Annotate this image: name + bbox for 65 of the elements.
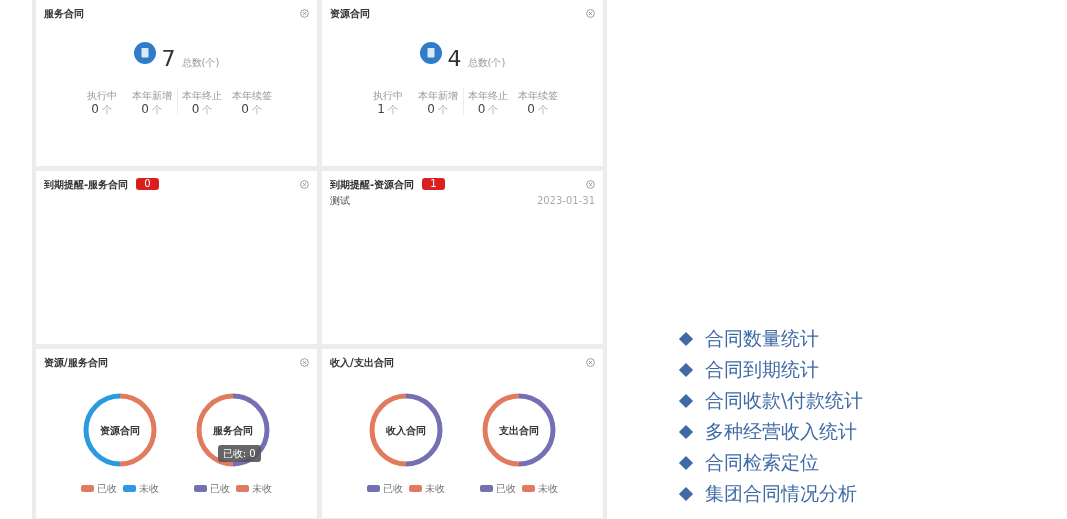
stat-label: 本年续签 bbox=[517, 89, 558, 103]
stat-value: 0 bbox=[91, 103, 99, 115]
stat-label: 执行中 bbox=[86, 89, 117, 103]
stat-label: 本年终止 bbox=[182, 89, 222, 103]
total-count: 7 bbox=[161, 48, 176, 70]
card-title: 服务合同 bbox=[44, 6, 84, 21]
stat-label: 本年续签 bbox=[231, 89, 272, 103]
count-badge: 1 bbox=[422, 178, 445, 190]
feature-item: 合同到期统计 bbox=[705, 358, 819, 381]
close-icon[interactable] bbox=[586, 357, 595, 367]
card-title: 到期提醒-服务合同 bbox=[44, 177, 129, 192]
legend-label: 已收 bbox=[97, 482, 118, 496]
stat-value: 0 bbox=[427, 103, 435, 115]
donut-label: 收入合同 bbox=[386, 423, 427, 438]
stat-value: 0 bbox=[527, 103, 535, 115]
stat-unit: 个 bbox=[202, 105, 213, 115]
feature-item: 合同检索定位 bbox=[705, 451, 819, 474]
stat-unit: 个 bbox=[151, 105, 162, 115]
stat-unit: 个 bbox=[387, 105, 398, 115]
close-icon[interactable] bbox=[300, 357, 309, 367]
close-icon[interactable] bbox=[300, 179, 309, 189]
legend-label: 已收 bbox=[383, 482, 404, 496]
donut-label: 资源合同 bbox=[100, 423, 141, 438]
close-icon[interactable] bbox=[586, 8, 595, 18]
stat-value: 0 bbox=[241, 103, 249, 115]
stat-value: 0 bbox=[477, 103, 486, 115]
stat-label: 本年终止 bbox=[468, 89, 508, 103]
feature-item: 合同收款\付款统计 bbox=[705, 389, 864, 412]
stat-unit: 个 bbox=[437, 105, 448, 115]
legend-label: 未收 bbox=[537, 482, 558, 496]
count-badge: 0 bbox=[136, 178, 159, 190]
stat-label: 执行中 bbox=[372, 89, 403, 103]
chart-tooltip: 已收: 0 bbox=[217, 445, 261, 462]
stat-unit: 个 bbox=[251, 105, 262, 115]
total-count: 4 bbox=[447, 48, 462, 70]
close-icon[interactable] bbox=[300, 8, 309, 18]
card-title: 到期提醒-资源合同 bbox=[330, 177, 415, 192]
card-title: 资源/服务合同 bbox=[44, 355, 108, 370]
stat-unit: 个 bbox=[101, 105, 112, 115]
legend-label: 未收 bbox=[425, 482, 446, 496]
total-unit: 总数(个) bbox=[467, 56, 506, 70]
stat-value: 0 bbox=[141, 103, 149, 115]
feature-item: 集团合同情况分析 bbox=[705, 482, 857, 505]
donut-label: 服务合同 bbox=[212, 423, 253, 438]
card-title: 资源合同 bbox=[330, 6, 370, 21]
legend-label: 已收 bbox=[495, 482, 516, 496]
feature-item: 多种经营收入统计 bbox=[705, 420, 857, 443]
contract-name: 测试 bbox=[330, 194, 350, 208]
stat-unit: 个 bbox=[537, 105, 548, 115]
stat-value: 0 bbox=[191, 103, 200, 115]
legend-label: 已收 bbox=[209, 482, 230, 496]
stat-label: 本年新增 bbox=[131, 89, 172, 103]
donut-label: 支出合同 bbox=[498, 423, 539, 438]
stat-label: 本年新增 bbox=[417, 89, 458, 103]
legend-label: 未收 bbox=[139, 482, 160, 496]
expiry-date: 2023-01-31 bbox=[536, 194, 595, 208]
document-icon bbox=[419, 42, 442, 64]
close-icon[interactable] bbox=[586, 179, 595, 189]
document-icon bbox=[133, 42, 156, 64]
stat-value: 1 bbox=[377, 103, 385, 115]
feature-item: 合同数量统计 bbox=[705, 327, 819, 350]
card-title: 收入/支出合同 bbox=[330, 355, 394, 370]
total-unit: 总数(个) bbox=[181, 56, 220, 70]
stat-unit: 个 bbox=[488, 105, 499, 115]
legend-label: 未收 bbox=[251, 482, 272, 496]
